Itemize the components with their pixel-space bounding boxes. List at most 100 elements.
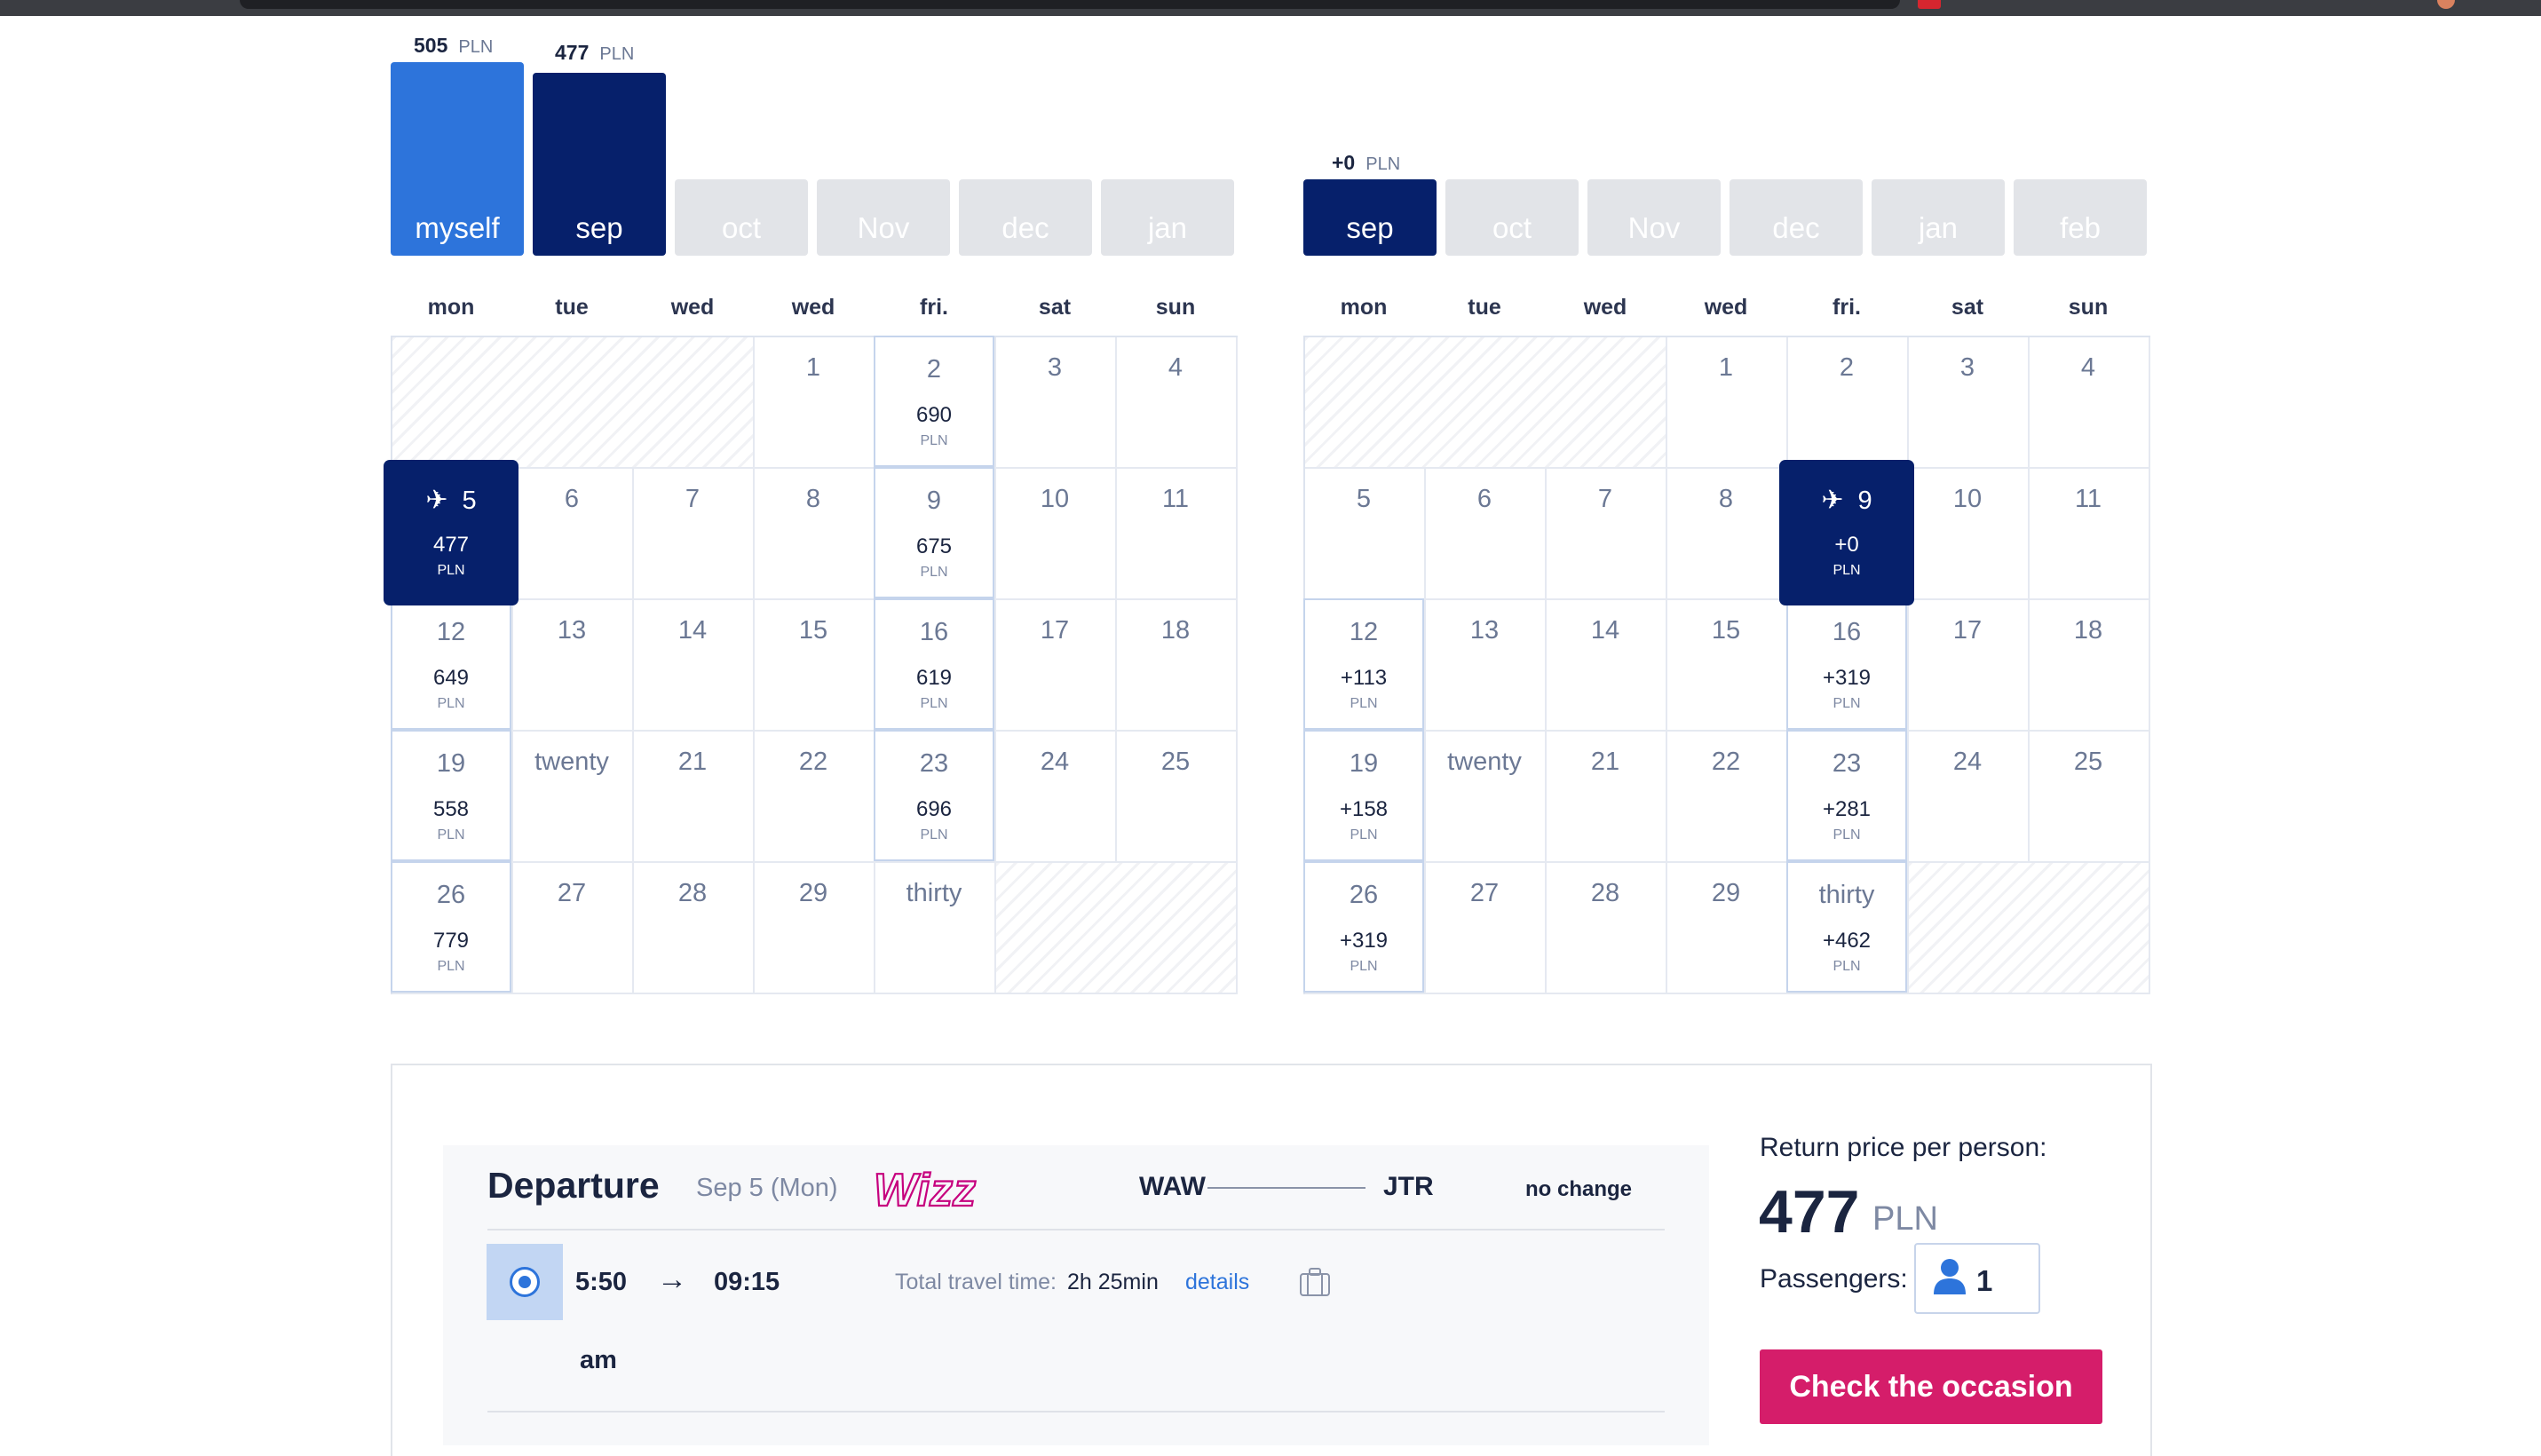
day-number: 18 <box>2073 616 2103 645</box>
calendar-day[interactable]: 11 <box>2028 467 2149 598</box>
check-offer-button[interactable]: Check the occasion <box>1760 1349 2102 1424</box>
calendar-day[interactable]: 12 +113 PLN <box>1303 598 1424 730</box>
calendar-day[interactable]: 18 <box>2028 598 2149 730</box>
calendar-day[interactable]: 18 <box>1115 598 1236 730</box>
day-price-currency: PLN <box>1833 959 1861 974</box>
day-number: 10 <box>1040 485 1070 513</box>
calendar-day[interactable]: 22 <box>1666 730 1786 861</box>
calendar-day[interactable]: 12 649 PLN <box>391 598 511 730</box>
calendar-day[interactable]: 14 <box>1545 598 1666 730</box>
calendar-day[interactable]: 19 +158 PLN <box>1303 730 1424 861</box>
calendar-day[interactable]: 16 +319 PLN <box>1786 598 1907 730</box>
day-price: +113 <box>1340 666 1388 690</box>
calendar-day[interactable]: 6 <box>1424 467 1545 598</box>
weekday-header: wed <box>791 295 835 320</box>
calendar-day[interactable]: thirty <box>874 861 994 993</box>
calendar-day[interactable]: 14 <box>632 598 753 730</box>
calendar-day[interactable]: 13 <box>1424 598 1545 730</box>
address-bar <box>240 0 1900 9</box>
calendar-day[interactable]: 7 <box>632 467 753 598</box>
calendar-day[interactable]: ✈ 5 477 PLN <box>384 460 518 605</box>
calendar-day[interactable]: 23 +281 PLN <box>1786 730 1907 861</box>
calendar-day[interactable]: 1 <box>753 336 874 467</box>
details-link[interactable]: details <box>1185 1270 1249 1295</box>
calendar-day[interactable]: 26 +319 PLN <box>1303 861 1424 993</box>
calendar-day[interactable]: 29 <box>1666 861 1786 993</box>
calendar-day[interactable]: 27 <box>1424 861 1545 993</box>
calendar-day[interactable]: 21 <box>1545 730 1666 861</box>
month-tab-label: Nov <box>857 211 910 244</box>
calendar-day[interactable]: 8 <box>1666 467 1786 598</box>
calendar-day[interactable]: 17 <box>1907 598 2028 730</box>
day-number: 29 <box>798 879 828 907</box>
weekday-header: tue <box>1468 295 1501 320</box>
passengers-selector[interactable]: 1 <box>1914 1243 2040 1314</box>
weekday-header: wed <box>1583 295 1627 320</box>
calendar-day[interactable]: 6 <box>511 467 632 598</box>
calendar-day[interactable]: 19 558 PLN <box>391 730 511 861</box>
calendar-day[interactable]: twenty <box>511 730 632 861</box>
calendar-day[interactable]: 25 <box>2028 730 2149 861</box>
calendar-day[interactable]: 2 690 PLN <box>874 336 994 467</box>
calendar-day[interactable]: 16 619 PLN <box>874 598 994 730</box>
calendar-day[interactable]: 8 <box>753 467 874 598</box>
calendar-day[interactable]: 24 <box>994 730 1115 861</box>
luggage-icon[interactable] <box>1299 1267 1331 1297</box>
calendar-day[interactable]: 11 <box>1115 467 1236 598</box>
calendar-day[interactable]: 28 <box>1545 861 1666 993</box>
calendar-day[interactable]: 27 <box>511 861 632 993</box>
calendar-day[interactable]: 22 <box>753 730 874 861</box>
calendar-day[interactable]: 7 <box>1545 467 1666 598</box>
calendar-day[interactable]: ✈ 9 +0 PLN <box>1779 460 1914 605</box>
return-month-tab-feb[interactable]: feb <box>2014 179 2147 256</box>
calendar-day[interactable]: 4 <box>2028 336 2149 467</box>
calendar-day[interactable]: 15 <box>1666 598 1786 730</box>
calendar-day[interactable]: 9 675 PLN <box>874 467 994 598</box>
day-price-currency: PLN <box>437 959 465 974</box>
day-number: 24 <box>1040 748 1070 776</box>
calendar-day[interactable]: 25 <box>1115 730 1236 861</box>
calendar-day[interactable]: 3 <box>994 336 1115 467</box>
day-number: 2 <box>926 355 942 384</box>
calendar-day[interactable]: 4 <box>1115 336 1236 467</box>
month-tab-myself[interactable]: myself <box>391 62 524 256</box>
calendar-day[interactable]: 10 <box>1907 467 2028 598</box>
calendar-day[interactable]: 21 <box>632 730 753 861</box>
calendar-day[interactable]: twenty <box>1424 730 1545 861</box>
month-tab-label: sep <box>1346 211 1394 244</box>
month-tab-nov[interactable]: Nov <box>817 179 950 256</box>
calendar-day[interactable]: 23 696 PLN <box>874 730 994 861</box>
calendar-day[interactable]: 3 <box>1907 336 2028 467</box>
calendar-day[interactable]: thirty +462 PLN <box>1786 861 1907 993</box>
calendar-day[interactable]: 13 <box>511 598 632 730</box>
return-month-tab-dec[interactable]: dec <box>1730 179 1863 256</box>
calendar-day[interactable]: 2 <box>1786 336 1907 467</box>
calendar-day[interactable]: 24 <box>1907 730 2028 861</box>
return-month-tab-nov[interactable]: Nov <box>1587 179 1721 256</box>
person-icon <box>1934 1259 1966 1294</box>
divider <box>487 1411 1665 1412</box>
return-price-amount: 477 <box>1759 1178 1860 1246</box>
calendar-day[interactable]: 10 <box>994 467 1115 598</box>
return-month-tab-sep[interactable]: sep <box>1303 179 1437 256</box>
month-tab-dec[interactable]: dec <box>959 179 1092 256</box>
day-number: 16 <box>1832 618 1862 646</box>
profile-avatar[interactable] <box>2437 0 2455 9</box>
month-tab-label: myself <box>415 211 500 244</box>
calendar-day[interactable]: 17 <box>994 598 1115 730</box>
calendar-day[interactable]: 5 <box>1303 467 1424 598</box>
calendar-day[interactable]: 29 <box>753 861 874 993</box>
flight-select-radio[interactable] <box>487 1244 563 1320</box>
calendar-day[interactable]: 26 779 PLN <box>391 861 511 993</box>
browser-top-bar <box>0 0 2541 16</box>
calendar-day[interactable]: 1 <box>1666 336 1786 467</box>
return-month-tab-jan[interactable]: jan <box>1872 179 2005 256</box>
month-tab-label: dec <box>1001 211 1049 244</box>
calendar-day[interactable]: 15 <box>753 598 874 730</box>
month-tab-jan[interactable]: jan <box>1101 179 1234 256</box>
return-month-tab-oct[interactable]: oct <box>1445 179 1579 256</box>
month-tab-oct[interactable]: oct <box>675 179 808 256</box>
return-month-price: +0 PLN <box>1332 151 1401 174</box>
calendar-day[interactable]: 28 <box>632 861 753 993</box>
month-tab-sep[interactable]: sep <box>533 73 666 256</box>
